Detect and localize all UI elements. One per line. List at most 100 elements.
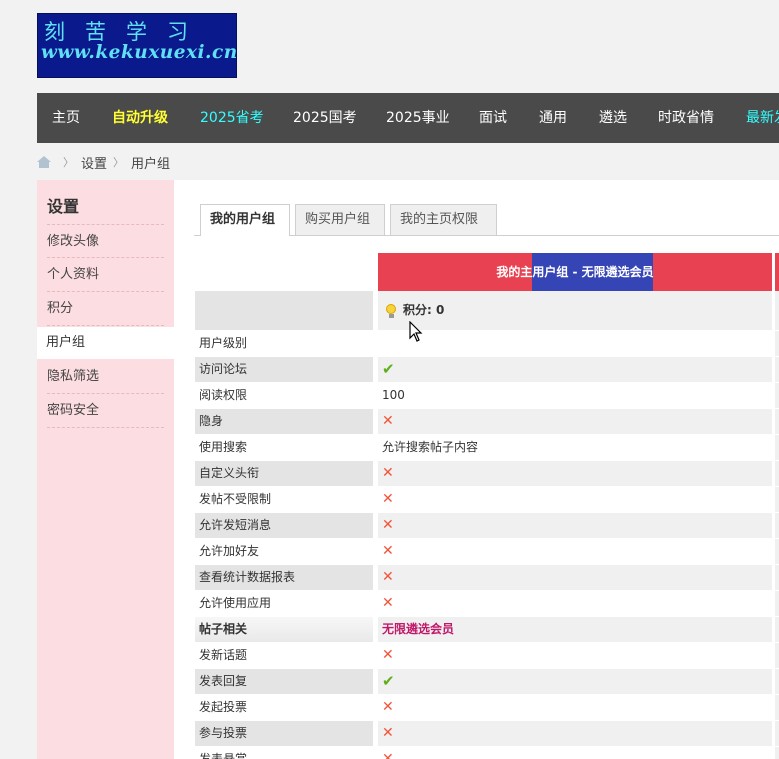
settings-sidebar: 设置 修改头像 个人资料 积分 用户组 隐私筛选 密码安全 [37,180,174,759]
permission-value: ✕ [378,461,772,486]
usergroup-header: 我的主用户组 - 无限遴选会员 [378,253,772,291]
permission-value: ✕ [378,565,772,590]
cross-icon: ✕ [382,725,394,741]
check-icon: ✔ [382,360,395,378]
table-row: 访问论坛 ✔ [195,357,779,383]
breadcrumb-user-group[interactable]: 用户组 [131,153,170,172]
cross-icon: ✕ [382,595,394,611]
permission-value [378,331,772,356]
permission-value: ✕ [378,539,772,564]
cross-icon: ✕ [382,647,394,663]
site-logo[interactable]: 刻苦学习 www.kekuxuexi.cn [37,13,237,78]
table-row: 参与投票 ✕ [195,721,779,747]
nav-item-institution-exam[interactable]: 2025事业 [386,93,450,143]
table-row: 用户级别 [195,331,779,357]
cross-icon: ✕ [382,751,394,759]
table-row: 阅读权限 100 [195,383,779,409]
table-row: 发表悬赏 ✕ [195,747,779,759]
table-row: 查看统计数据报表 ✕ [195,565,779,591]
permission-value: ✕ [378,513,772,538]
table-row: 发新话题 ✕ [195,643,779,669]
breadcrumb: 〉 设置 〉 用户组 [37,151,170,173]
table-row: 发表回复 ✔ [195,669,779,695]
permission-value: ✕ [378,643,772,668]
permission-label: 发表悬赏 [195,747,373,759]
breadcrumb-separator-icon: 〉 [63,156,74,169]
sidebar-item-privacy[interactable]: 隐私筛选 [47,360,164,394]
nav-item-latest[interactable]: 最新发 [746,93,779,143]
permission-label: 发帖不受限制 [195,487,373,512]
usergroup-header-title: 我的主用户组 - 无限遴选会员 [496,265,654,279]
sidebar-item-label: 用户组 [46,335,86,350]
nav-item-auto-upgrade[interactable]: 自动升级 [112,93,168,143]
permission-value: ✕ [378,721,772,746]
permission-value: ✕ [378,747,772,759]
sidebar-item-profile[interactable]: 个人资料 [47,258,164,292]
sidebar-title: 设置 [47,197,80,216]
nav-item-selection[interactable]: 遴选 [599,93,627,143]
permission-label: 发表回复 [195,669,373,694]
mouse-cursor-icon [409,321,423,342]
home-icon[interactable] [37,156,51,168]
permission-value: ✔ [378,669,772,694]
table-row: 允许发短消息 ✕ [195,513,779,539]
permission-value: 允许搜索帖子内容 [378,435,772,460]
next-group-header [775,253,779,291]
permission-label: 发新话题 [195,643,373,668]
permission-value: 无限遴选会员 [378,617,772,642]
permission-value: ✕ [378,591,772,616]
logo-url: www.kekuxuexi.cn [41,42,238,63]
permission-label: 隐身 [195,409,373,434]
permission-label: 帖子相关 [195,617,373,642]
main-content: 我的用户组 购买用户组 我的主页权限 我的主用户组 - 无限遴选会员 积分: 0… [174,180,779,759]
main-nav: 主页 自动升级 2025省考 2025国考 2025事业 面试 通用 遴选 时政… [37,93,779,143]
permission-value: ✕ [378,409,772,434]
table-row: 允许加好友 ✕ [195,539,779,565]
cross-icon: ✕ [382,517,394,533]
sidebar-item-credits[interactable]: 积分 [47,292,164,326]
table-row: 允许使用应用 ✕ [195,591,779,617]
sidebar-item-usergroup[interactable]: 用户组 [37,327,174,359]
permission-value: ✕ [378,487,772,512]
table-row: 帖子相关 无限遴选会员 [195,617,779,643]
table-row: 发起投票 ✕ [195,695,779,721]
check-icon: ✔ [382,672,395,690]
cross-icon: ✕ [382,569,394,585]
permission-label: 查看统计数据报表 [195,565,373,590]
tab-homepage-permissions[interactable]: 我的主页权限 [390,204,497,235]
table-row: 使用搜索 允许搜索帖子内容 [195,435,779,461]
permission-value: ✔ [378,357,772,382]
cross-icon: ✕ [382,543,394,559]
table-row: 自定义头衔 ✕ [195,461,779,487]
permission-label: 访问论坛 [195,357,373,382]
nav-item-general[interactable]: 通用 [539,93,567,143]
tab-my-usergroup[interactable]: 我的用户组 [200,204,290,236]
permission-label: 允许发短消息 [195,513,373,538]
table-row: 隐身 ✕ [195,409,779,435]
permission-label: 用户级别 [195,331,373,356]
cross-icon: ✕ [382,465,394,481]
breadcrumb-separator-icon: 〉 [113,156,125,169]
permission-label: 自定义头衔 [195,461,373,486]
permission-label: 使用搜索 [195,435,373,460]
nav-item-politics[interactable]: 时政省情 [658,93,714,143]
permission-label: 允许加好友 [195,539,373,564]
nav-item-provincial-exam[interactable]: 2025省考 [200,93,264,143]
cross-icon: ✕ [382,491,394,507]
permission-value: ✕ [378,695,772,720]
permission-label: 阅读权限 [195,383,373,408]
sidebar-item-avatar[interactable]: 修改头像 [47,224,164,258]
permission-label: 允许使用应用 [195,591,373,616]
sidebar-item-password[interactable]: 密码安全 [47,394,164,428]
tab-buy-usergroup[interactable]: 购买用户组 [295,204,385,235]
cross-icon: ✕ [382,413,394,429]
breadcrumb-settings[interactable]: 设置 [81,153,107,172]
cross-icon: ✕ [382,699,394,715]
nav-item-home[interactable]: 主页 [52,93,80,143]
permission-label: 发起投票 [195,695,373,720]
permission-label: 参与投票 [195,721,373,746]
nav-item-national-exam[interactable]: 2025国考 [293,93,357,143]
lightbulb-icon [386,304,396,318]
nav-item-interview[interactable]: 面试 [479,93,507,143]
permission-value: 100 [378,383,772,408]
